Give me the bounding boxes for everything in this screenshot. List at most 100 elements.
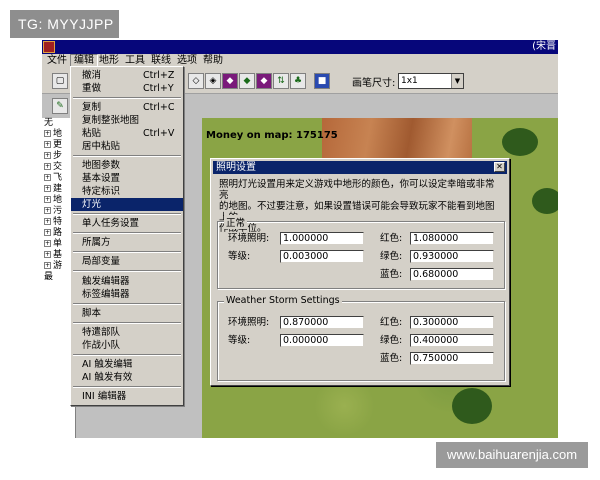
- brush-size-select[interactable]: 1x1 ▼: [398, 73, 464, 89]
- app-icon: [43, 41, 55, 53]
- menu-item-ini-editor[interactable]: INI 编辑器: [71, 390, 183, 403]
- menu-separator: [73, 322, 181, 324]
- menu-item-local-variables[interactable]: 局部变量: [71, 255, 183, 268]
- menu-item-trigger-editor[interactable]: 触发编辑器: [71, 275, 183, 288]
- menu-separator: [73, 213, 181, 215]
- menu-separator: [73, 303, 181, 305]
- storm-lighting-group: Weather Storm Settings 环境照明: 0.870000 等级…: [217, 295, 505, 381]
- menu-item-houses[interactable]: 所属方: [71, 236, 183, 249]
- menu-item-copy[interactable]: 复制 Ctrl+C: [71, 101, 183, 114]
- dialog-title: 照明设置: [216, 162, 256, 173]
- menu-item-special-flags[interactable]: 特定标识: [71, 185, 183, 198]
- normal-red-field[interactable]: 1.080000: [410, 232, 494, 245]
- blue-label: 蓝色:: [380, 269, 403, 280]
- storm-green-field[interactable]: 0.400000: [410, 334, 494, 347]
- title-bar: (宋晋: [42, 40, 558, 54]
- tree-item[interactable]: + 单: [44, 239, 62, 250]
- level-label: 等级:: [228, 251, 251, 262]
- menu-item-paste-centered[interactable]: 居中粘贴: [71, 140, 183, 153]
- storm-red-field[interactable]: 0.300000: [410, 316, 494, 329]
- tree-item[interactable]: 最: [44, 272, 53, 283]
- tree-item[interactable]: + 路: [44, 228, 62, 239]
- level-label: 等级:: [228, 335, 251, 346]
- dialog-title-bar: 照明设置 ✕: [213, 161, 507, 174]
- normal-ambient-field[interactable]: 1.000000: [280, 232, 364, 245]
- window-title: (宋晋: [532, 41, 556, 52]
- storm-ambient-field[interactable]: 0.870000: [280, 316, 364, 329]
- watermark-top: TG: MYYJJPP: [10, 10, 119, 38]
- tool-diamond-outline-icon[interactable]: ◈: [205, 73, 221, 89]
- pencil-icon[interactable]: ✎: [52, 98, 68, 114]
- menu-item-script[interactable]: 脚本: [71, 307, 183, 320]
- money-on-map: Money on map: 175175: [206, 130, 338, 141]
- tree-item[interactable]: 无: [44, 118, 53, 129]
- menu-item-ai-trigger-enable[interactable]: AI 触发有效: [71, 371, 183, 384]
- group-label-normal: 正常: [224, 215, 248, 229]
- watermark-bottom: www.baihuarenjia.com: [436, 442, 588, 468]
- chevron-down-icon[interactable]: ▼: [451, 74, 463, 88]
- brush-size-value: 1x1: [401, 76, 418, 86]
- tool-arrows-icon[interactable]: ⇅: [273, 73, 289, 89]
- menu-item-single-player[interactable]: 单人任务设置: [71, 217, 183, 230]
- tool-purple-diamond-icon[interactable]: ◆: [222, 73, 238, 89]
- red-label: 红色:: [380, 233, 403, 244]
- new-file-icon[interactable]: ▢: [52, 73, 68, 89]
- ambient-label: 环境照明:: [228, 233, 270, 244]
- green-label: 绿色:: [380, 335, 403, 346]
- tool-purple-block-icon[interactable]: ◆: [256, 73, 272, 89]
- close-icon[interactable]: ✕: [494, 162, 505, 172]
- red-label: 红色:: [380, 317, 403, 328]
- menu-separator: [73, 354, 181, 356]
- normal-green-field[interactable]: 0.930000: [410, 250, 494, 263]
- menu-item-redo[interactable]: 重做 Ctrl+Y: [71, 82, 183, 95]
- tool-diamond-icon[interactable]: ◇: [188, 73, 204, 89]
- tree-item[interactable]: + 基: [44, 250, 62, 261]
- normal-lighting-group: 正常 环境照明: 1.000000 等级: 0.003000 红色: 1.080…: [217, 215, 505, 289]
- menu-separator: [73, 270, 181, 272]
- map-editor-window: (宋晋 文件 编辑 地形 工具 联线 选项 帮助 ▢ ◇ ◈ ◆ ◆ ◆ ⇅ ♣…: [42, 40, 558, 438]
- tree-item[interactable]: + 污: [44, 206, 62, 217]
- tool-tree-icon[interactable]: ♣: [290, 73, 306, 89]
- tree-item[interactable]: + 步: [44, 151, 62, 162]
- brush-size-label: 画笔尺寸:: [352, 78, 396, 89]
- menu-item-lighting[interactable]: 灯光: [71, 198, 183, 211]
- tree-item[interactable]: + 游: [44, 261, 62, 272]
- ambient-label: 环境照明:: [228, 317, 270, 328]
- menu-item-taskforces[interactable]: 特遣部队: [71, 326, 183, 339]
- blue-label: 蓝色:: [380, 353, 403, 364]
- storm-blue-field[interactable]: 0.750000: [410, 352, 494, 365]
- tool-green-diamond-icon[interactable]: ◆: [239, 73, 255, 89]
- menu-item-map-params[interactable]: 地图参数: [71, 159, 183, 172]
- tree-item[interactable]: + 建: [44, 184, 62, 195]
- menu-item-tag-editor[interactable]: 标签编辑器: [71, 288, 183, 301]
- lighting-dialog: 照明设置 ✕ 照明灯光设置用来定义游戏中地形的颜色，你可以设定幸暗或非常亮 的地…: [210, 158, 510, 386]
- tree-item[interactable]: + 交: [44, 162, 62, 173]
- group-label-storm: Weather Storm Settings: [224, 295, 342, 306]
- tree-item[interactable]: + 特: [44, 217, 62, 228]
- tree-item[interactable]: + 飞: [44, 173, 62, 184]
- menu-item-paste[interactable]: 粘贴 Ctrl+V: [71, 127, 183, 140]
- menu-item-basic-settings[interactable]: 基本设置: [71, 172, 183, 185]
- green-label: 绿色:: [380, 251, 403, 262]
- normal-blue-field[interactable]: 0.680000: [410, 268, 494, 281]
- menu-item-ai-trigger-edit[interactable]: AI 触发编辑: [71, 358, 183, 371]
- tool-cube-icon[interactable]: ■: [314, 73, 330, 89]
- menu-item-teams[interactable]: 作战小队: [71, 339, 183, 352]
- tree-item[interactable]: + 地: [44, 129, 62, 140]
- normal-level-field[interactable]: 0.003000: [280, 250, 364, 263]
- menu-item-copy-whole-map[interactable]: 复制整张地图: [71, 114, 183, 127]
- menu-item-undo[interactable]: 撤消 Ctrl+Z: [71, 69, 183, 82]
- menu-separator: [73, 232, 181, 234]
- menu-help[interactable]: 帮助: [200, 54, 226, 68]
- menu-separator: [73, 251, 181, 253]
- tree-item[interactable]: + 更: [44, 140, 62, 151]
- menu-file[interactable]: 文件: [44, 54, 70, 68]
- tree-item[interactable]: + 地: [44, 195, 62, 206]
- menu-separator: [73, 155, 181, 157]
- tree-cluster: [532, 188, 558, 214]
- storm-level-field[interactable]: 0.000000: [280, 334, 364, 347]
- menu-separator: [73, 97, 181, 99]
- menu-separator: [73, 386, 181, 388]
- tree-cluster: [452, 388, 492, 424]
- edit-menu-dropdown: 撤消 Ctrl+Z 重做 Ctrl+Y 复制 Ctrl+C 复制整张地图 粘贴 Ctrl…: [70, 66, 184, 406]
